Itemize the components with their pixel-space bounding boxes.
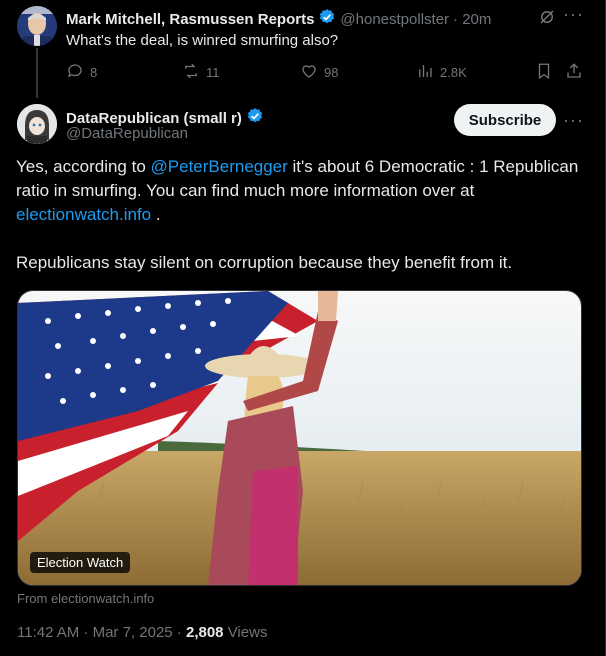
reply-more-icon[interactable]: ··· (563, 4, 584, 25)
mention-link[interactable]: @PeterBernegger (151, 157, 288, 176)
tweet-text-part3: . (151, 205, 161, 224)
main-author-handle[interactable]: @DataRepublican (66, 125, 188, 142)
tweet-body: Yes, according to @PeterBernegger it's a… (16, 155, 586, 275)
views-label: Views (223, 624, 268, 641)
verified-badge-icon (246, 107, 264, 130)
reply-icon (66, 62, 84, 83)
reply-count: 8 (90, 65, 98, 80)
reply-time[interactable]: · 20m (453, 11, 491, 28)
verified-badge-icon (318, 8, 336, 31)
repost-button[interactable]: 11 (182, 62, 220, 83)
main-author-avatar[interactable] (17, 104, 57, 144)
timestamp[interactable]: 11:42 AM · Mar 7, 2025 · (17, 624, 186, 641)
card-source[interactable]: From electionwatch.info (17, 591, 154, 606)
views-button[interactable]: 2.8K (416, 62, 467, 83)
like-button[interactable]: 98 (300, 62, 338, 83)
reply-header: Mark Mitchell, Rasmussen Reports @honest… (66, 8, 491, 31)
tweet-text-part1: Yes, according to (16, 157, 151, 176)
link-card[interactable]: Election Watch (17, 290, 582, 586)
reply-author-avatar[interactable] (17, 6, 57, 46)
subscribe-button[interactable]: Subscribe (454, 104, 556, 136)
share-icon (565, 62, 583, 83)
grok-icon[interactable] (538, 8, 556, 31)
reply-button[interactable]: 8 (66, 62, 97, 83)
like-count: 98 (324, 65, 339, 80)
tweet-text-paragraph2: Republicans stay silent on corruption be… (16, 253, 513, 272)
like-icon (300, 62, 318, 83)
thread-connector-line (36, 48, 38, 98)
views-count: 2.8K (440, 65, 467, 80)
views-number: 2,808 (185, 624, 224, 641)
views-icon (416, 62, 434, 83)
bookmark-button[interactable] (535, 62, 553, 83)
reply-author-name[interactable]: Mark Mitchell, Rasmussen Reports (66, 11, 314, 28)
share-button[interactable] (565, 62, 583, 83)
tweet-meta: 11:42 AM · Mar 7, 2025 · 2,808 Views (17, 624, 267, 641)
reply-text: What's the deal, is winred smurfing also… (66, 32, 339, 49)
card-image (18, 291, 581, 585)
repost-count: 11 (206, 65, 220, 80)
bookmark-icon (535, 62, 553, 83)
card-badge: Election Watch (30, 552, 131, 573)
main-more-icon[interactable]: ··· (563, 110, 584, 131)
reply-author-handle[interactable]: @honestpollster (340, 11, 449, 28)
website-link[interactable]: electionwatch.info (16, 205, 151, 224)
repost-icon (182, 62, 200, 83)
